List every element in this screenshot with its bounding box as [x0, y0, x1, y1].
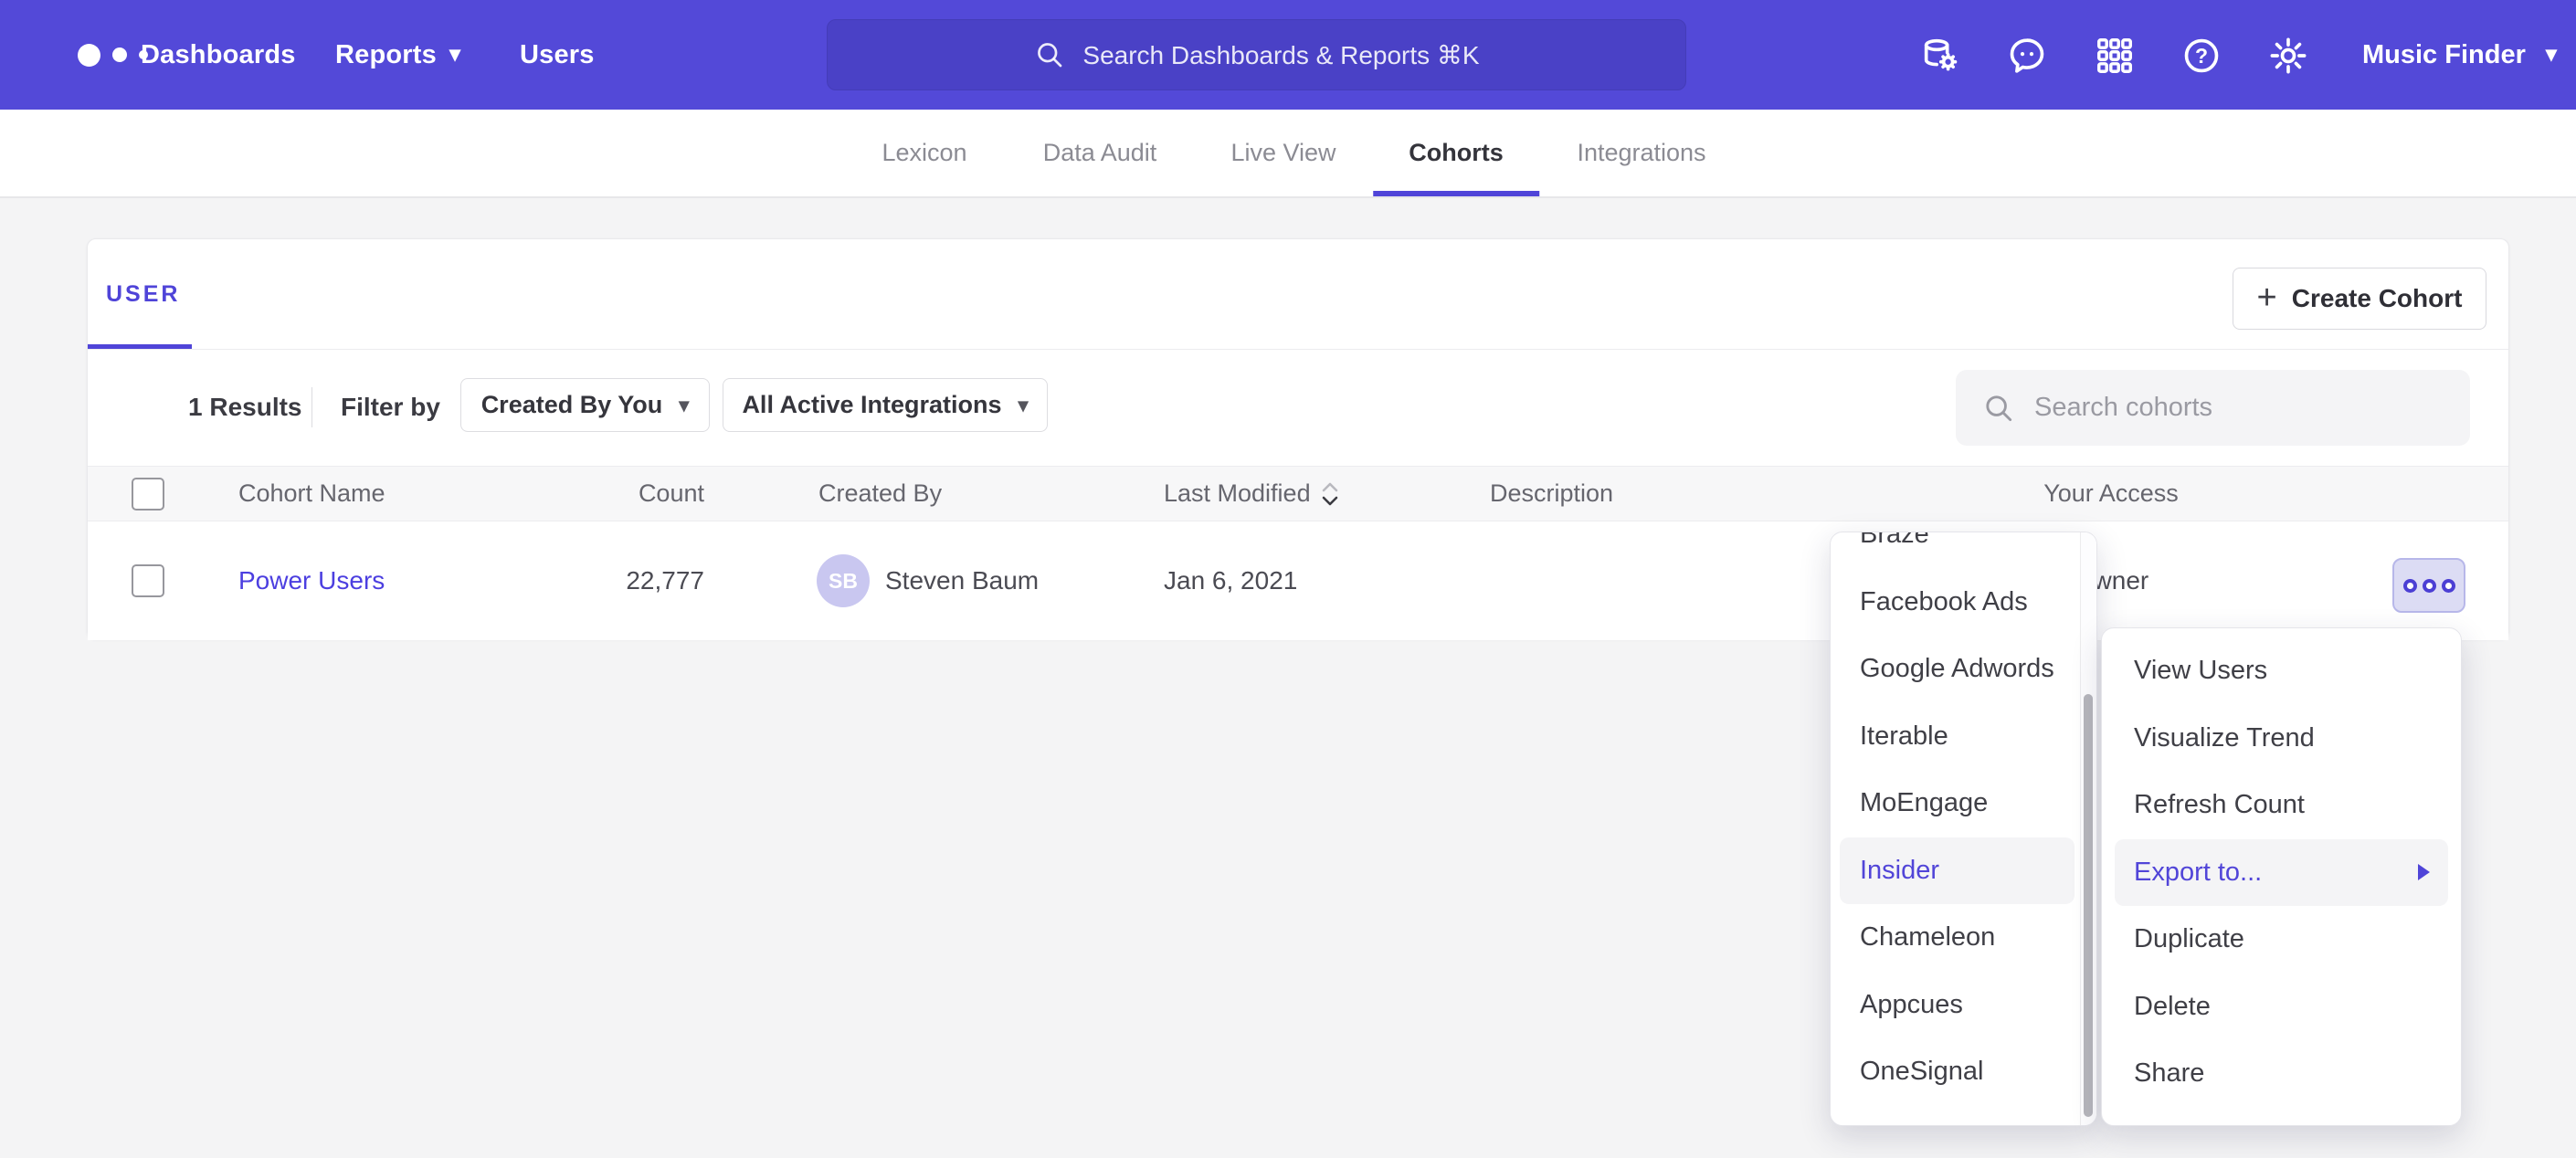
submenu-scrollbar-thumb[interactable]	[2084, 694, 2093, 1117]
data-management-tabs: Lexicon Data Audit Live View Cohorts Int…	[0, 110, 2576, 198]
svg-text:?: ?	[2195, 44, 2208, 68]
submenu-item-moengage[interactable]: MoEngage	[1831, 770, 2080, 837]
help-icon[interactable]: ?	[2180, 35, 2222, 77]
column-header-count[interactable]: Count	[526, 466, 704, 521]
search-cohorts-placeholder: Search cohorts	[2034, 393, 2212, 423]
mixpanel-logo-icon[interactable]	[78, 0, 148, 110]
ellipsis-icon	[2423, 579, 2436, 593]
divider	[311, 387, 312, 427]
chevron-down-icon: ▾	[2546, 44, 2557, 66]
export-destinations-submenu: Braze Facebook Ads Google Adwords Iterab…	[1830, 532, 2097, 1126]
tab-integrations[interactable]: Integrations	[1577, 110, 1705, 196]
column-header-your-access[interactable]: Your Access	[2043, 466, 2179, 521]
cohorts-panel: USER + Create Cohort 1 Results Filter by…	[87, 238, 2509, 639]
menu-item-share[interactable]: Share	[2102, 1040, 2461, 1108]
submenu-item-insider[interactable]: Insider	[1840, 837, 2075, 905]
created-by-cell: SB Steven Baum	[817, 521, 1039, 640]
tab-user-cohorts[interactable]: USER	[106, 281, 180, 308]
menu-item-duplicate[interactable]: Duplicate	[2102, 906, 2461, 974]
column-header-cohort-name[interactable]: Cohort Name	[238, 466, 385, 521]
nav-item-dashboards[interactable]: Dashboards	[141, 0, 296, 110]
row-checkbox[interactable]	[132, 564, 164, 597]
select-all-checkbox[interactable]	[132, 478, 164, 511]
chevron-down-icon: ▾	[449, 44, 460, 66]
nav-item-reports[interactable]: Reports ▾	[335, 0, 460, 110]
create-cohort-button[interactable]: + Create Cohort	[2233, 268, 2486, 330]
search-icon	[1981, 391, 2016, 426]
submenu-item-facebook-ads[interactable]: Facebook Ads	[1831, 569, 2080, 637]
export-destinations-list: Braze Facebook Ads Google Adwords Iterab…	[1831, 532, 2096, 1106]
last-modified-cell: Jan 6, 2021	[1164, 521, 1297, 640]
filter-by-label: Filter by	[341, 349, 440, 466]
menu-item-export-to[interactable]: Export to...	[2115, 839, 2448, 907]
menu-item-delete[interactable]: Delete	[2102, 974, 2461, 1041]
row-more-actions-button[interactable]	[2392, 558, 2465, 613]
menu-item-visualize-trend[interactable]: Visualize Trend	[2102, 705, 2461, 773]
settings-gear-icon[interactable]	[2267, 35, 2309, 77]
chevron-down-icon: ▾	[679, 395, 689, 416]
data-integrations-icon[interactable]	[1919, 35, 1961, 77]
ellipsis-icon	[2403, 579, 2417, 593]
menu-item-refresh-count[interactable]: Refresh Count	[2102, 772, 2461, 839]
apps-grid-icon[interactable]	[2094, 35, 2136, 77]
submenu-item-braze[interactable]: Braze	[1831, 532, 2080, 569]
submenu-arrow-icon	[2418, 864, 2430, 880]
column-header-last-modified[interactable]: Last Modified	[1164, 466, 1340, 521]
column-header-created-by[interactable]: Created By	[818, 466, 942, 521]
feedback-icon[interactable]	[2006, 35, 2048, 77]
search-icon	[1033, 38, 1066, 71]
cohort-name-link[interactable]: Power Users	[238, 521, 385, 640]
submenu-item-iterable[interactable]: Iterable	[1831, 703, 2080, 771]
filter-integrations-dropdown[interactable]: All Active Integrations ▾	[723, 378, 1048, 432]
filter-created-by-dropdown[interactable]: Created By You ▾	[460, 378, 710, 432]
creator-name: Steven Baum	[885, 566, 1039, 595]
divider	[88, 349, 2508, 350]
global-search-input[interactable]: Search Dashboards & Reports ⌘K	[827, 19, 1686, 90]
submenu-item-chameleon[interactable]: Chameleon	[1831, 904, 2080, 972]
ellipsis-icon	[2442, 579, 2455, 593]
cohort-actions-menu: View Users Visualize Trend Refresh Count…	[2101, 627, 2462, 1126]
tab-live-view[interactable]: Live View	[1230, 110, 1336, 196]
chevron-down-icon: ▾	[1019, 395, 1029, 416]
global-search-placeholder: Search Dashboards & Reports ⌘K	[1082, 40, 1479, 70]
submenu-item-appcues[interactable]: Appcues	[1831, 972, 2080, 1039]
menu-item-view-users[interactable]: View Users	[2102, 637, 2461, 705]
column-header-description[interactable]: Description	[1490, 466, 1613, 521]
project-switcher[interactable]: Music Finder ▾	[2362, 0, 2557, 110]
tab-cohorts[interactable]: Cohorts	[1409, 110, 1504, 196]
nav-item-users[interactable]: Users	[520, 0, 595, 110]
submenu-item-onesignal[interactable]: OneSignal	[1831, 1038, 2080, 1106]
submenu-scrollbar-track[interactable]	[2080, 532, 2096, 1125]
project-name: Music Finder	[2362, 40, 2526, 70]
cohort-actions-list: View Users Visualize Trend Refresh Count…	[2102, 628, 2461, 1108]
submenu-item-google-adwords[interactable]: Google Adwords	[1831, 636, 2080, 703]
results-count: 1 Results	[188, 349, 302, 466]
top-navbar: Dashboards Reports ▾ Users Search Dashbo…	[0, 0, 2576, 110]
avatar: SB	[817, 554, 870, 607]
sort-icon[interactable]	[1320, 480, 1340, 508]
search-cohorts-input[interactable]: Search cohorts	[1956, 370, 2470, 446]
tab-lexicon[interactable]: Lexicon	[882, 110, 966, 196]
cohort-count: 22,777	[526, 521, 704, 640]
tab-data-audit[interactable]: Data Audit	[1043, 110, 1157, 196]
